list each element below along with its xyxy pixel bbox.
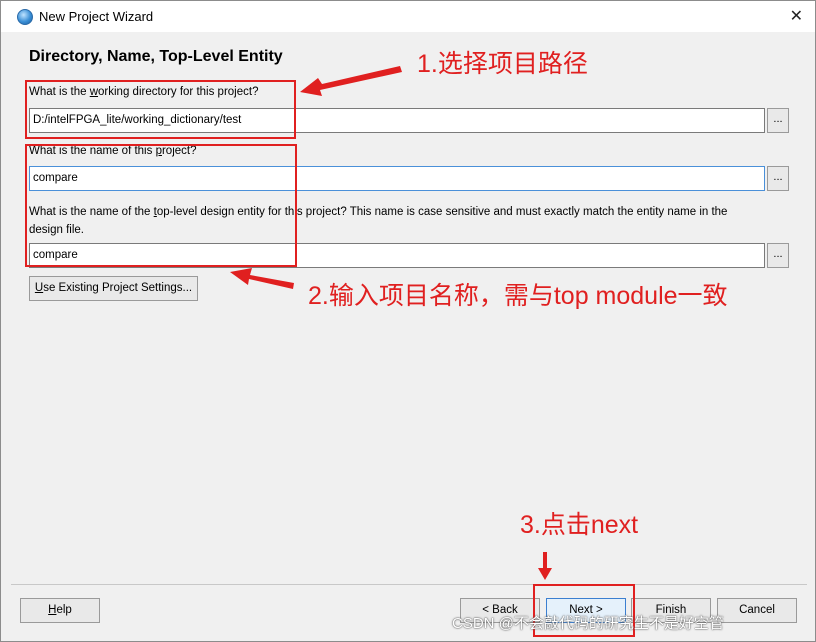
arrow-to-next xyxy=(538,552,552,580)
watermark: CSDN @不会敲代码的研究生不是好空管 xyxy=(452,615,724,632)
arrow-to-name xyxy=(230,268,294,289)
annotation-arrows xyxy=(230,66,552,580)
annotation-step3: 3.点击next xyxy=(520,511,639,539)
arrow-to-directory xyxy=(300,66,402,96)
annotation-step1: 1.选择项目路径 xyxy=(417,50,588,78)
annotation-step2: 2.输入项目名称，需与top module一致 xyxy=(308,282,728,310)
